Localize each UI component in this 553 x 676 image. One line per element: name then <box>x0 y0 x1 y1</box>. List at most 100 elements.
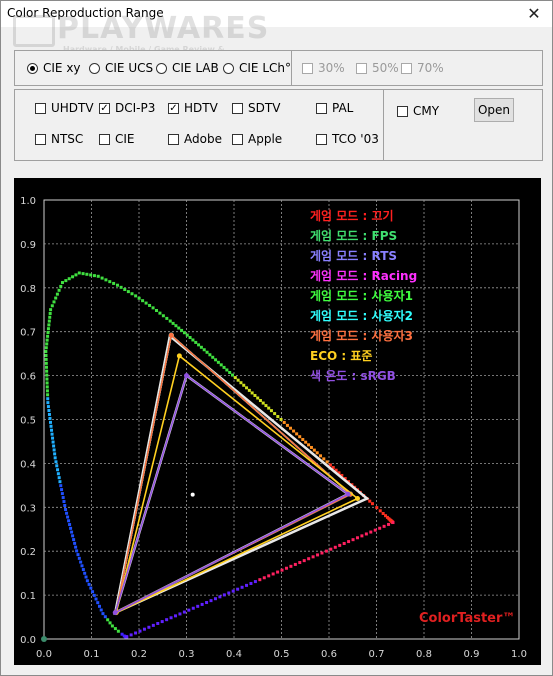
purple-line-point <box>245 583 249 587</box>
locus-point <box>103 615 107 619</box>
checkbox-hdtv[interactable]: HDTV <box>168 101 218 115</box>
locus-point <box>48 315 52 319</box>
radio-indicator[interactable] <box>89 62 100 74</box>
locus-point <box>230 373 234 377</box>
locus-point <box>222 365 226 369</box>
locus-point <box>50 432 54 436</box>
radio-cie-ucs[interactable]: CIE UCS <box>89 61 153 75</box>
purple-line-point <box>187 608 191 612</box>
checkbox-ntsc[interactable]: NTSC <box>35 132 83 146</box>
locus-point <box>64 279 68 283</box>
locus-point <box>81 272 85 276</box>
locus-point <box>91 590 95 594</box>
checkbox-box[interactable] <box>99 102 110 114</box>
locus-point <box>46 397 50 401</box>
checkbox-label: TCO '03 <box>332 132 379 146</box>
checkbox-box[interactable] <box>302 62 313 74</box>
purple-line-point <box>378 526 382 530</box>
checkbox-pal[interactable]: PAL <box>316 101 353 115</box>
locus-point <box>44 346 48 350</box>
radio-indicator[interactable] <box>156 62 167 74</box>
locus-point <box>48 416 52 420</box>
radio-indicator[interactable] <box>223 62 234 74</box>
locus-point <box>99 608 103 612</box>
checkbox-dci-p3[interactable]: DCI-P3 <box>99 101 155 115</box>
x-tick-label: 0.6 <box>321 649 337 660</box>
locus-point <box>134 294 138 298</box>
locus-point <box>72 538 76 542</box>
radio-cie-lch[interactable]: CIE LCh° <box>223 61 291 75</box>
x-tick-label: 1.0 <box>511 649 527 660</box>
open-button[interactable]: Open <box>474 98 514 122</box>
locus-point <box>46 405 50 409</box>
locus-point <box>151 306 155 310</box>
locus-point <box>47 319 51 323</box>
checkbox-cie[interactable]: CIE <box>99 132 135 146</box>
checkbox-tco-03[interactable]: TCO '03 <box>316 132 379 146</box>
locus-point <box>110 624 114 628</box>
locus-point <box>49 308 53 312</box>
radio-cie-lab[interactable]: CIE LAB <box>156 61 219 75</box>
purple-line-point <box>249 581 253 585</box>
locus-point <box>108 621 112 625</box>
checkbox-uhdtv[interactable]: UHDTV <box>35 101 94 115</box>
locus-point <box>309 445 313 449</box>
locus-point <box>180 328 184 332</box>
purple-line-point <box>169 616 173 620</box>
purple-line-point <box>240 585 244 589</box>
checkbox-sdtv[interactable]: SDTV <box>232 101 280 115</box>
checkbox-box[interactable] <box>397 105 408 117</box>
checkbox-box[interactable] <box>168 102 179 114</box>
locus-point <box>112 281 116 285</box>
locus-point <box>115 283 119 287</box>
purple-line-point <box>151 623 155 627</box>
y-tick-label: 0.6 <box>20 372 36 383</box>
locus-point <box>87 582 91 586</box>
checkbox-box[interactable] <box>356 62 367 74</box>
locus-point <box>113 627 117 631</box>
locus-point <box>57 476 61 480</box>
checkbox-50[interactable]: 50% <box>356 61 399 75</box>
checkbox-box[interactable] <box>35 102 46 114</box>
purple-line-point <box>165 618 169 622</box>
checkbox-label: 30% <box>318 61 345 75</box>
locus-point <box>108 280 112 284</box>
checkbox-box[interactable] <box>316 133 327 145</box>
range-group: 30% 50% 70% <box>291 50 543 86</box>
close-button[interactable]: ✕ <box>524 4 544 24</box>
radio-cie-xy[interactable]: CIE xy <box>27 61 81 75</box>
locus-point <box>208 353 212 357</box>
legend-entry: 색 온도 : sRGB <box>310 368 396 383</box>
x-tick-label: 0.7 <box>369 649 385 660</box>
purple-line-point <box>129 633 133 637</box>
checkbox-box[interactable] <box>35 133 46 145</box>
checkbox-cmy[interactable]: CMY <box>397 104 439 118</box>
purple-line-point <box>236 587 240 591</box>
locus-point <box>44 353 48 357</box>
checkbox-apple[interactable]: Apple <box>232 132 282 146</box>
locus-point <box>307 443 311 447</box>
checkbox-box[interactable] <box>232 133 243 145</box>
locus-point <box>65 511 69 515</box>
locus-point <box>77 271 81 275</box>
locus-point <box>247 388 251 392</box>
checkbox-box[interactable] <box>99 133 110 145</box>
checkbox-70[interactable]: 70% <box>401 61 444 75</box>
locus-point <box>168 319 172 323</box>
locus-point <box>94 597 98 601</box>
purple-line-point <box>222 593 226 597</box>
checkbox-box[interactable] <box>316 102 327 114</box>
radio-indicator[interactable] <box>27 62 38 74</box>
locus-point <box>199 345 203 349</box>
locus-point <box>71 275 75 279</box>
locus-point <box>74 545 78 549</box>
checkbox-box[interactable] <box>168 133 179 145</box>
locus-point <box>51 436 55 440</box>
checkbox-box[interactable] <box>232 102 243 114</box>
checkbox-adobe[interactable]: Adobe <box>168 132 222 146</box>
checkbox-30[interactable]: 30% <box>302 61 345 75</box>
checkbox-box[interactable] <box>401 62 412 74</box>
locus-point <box>106 618 110 622</box>
checkbox-label: CMY <box>413 104 440 118</box>
locus-point <box>211 355 215 359</box>
